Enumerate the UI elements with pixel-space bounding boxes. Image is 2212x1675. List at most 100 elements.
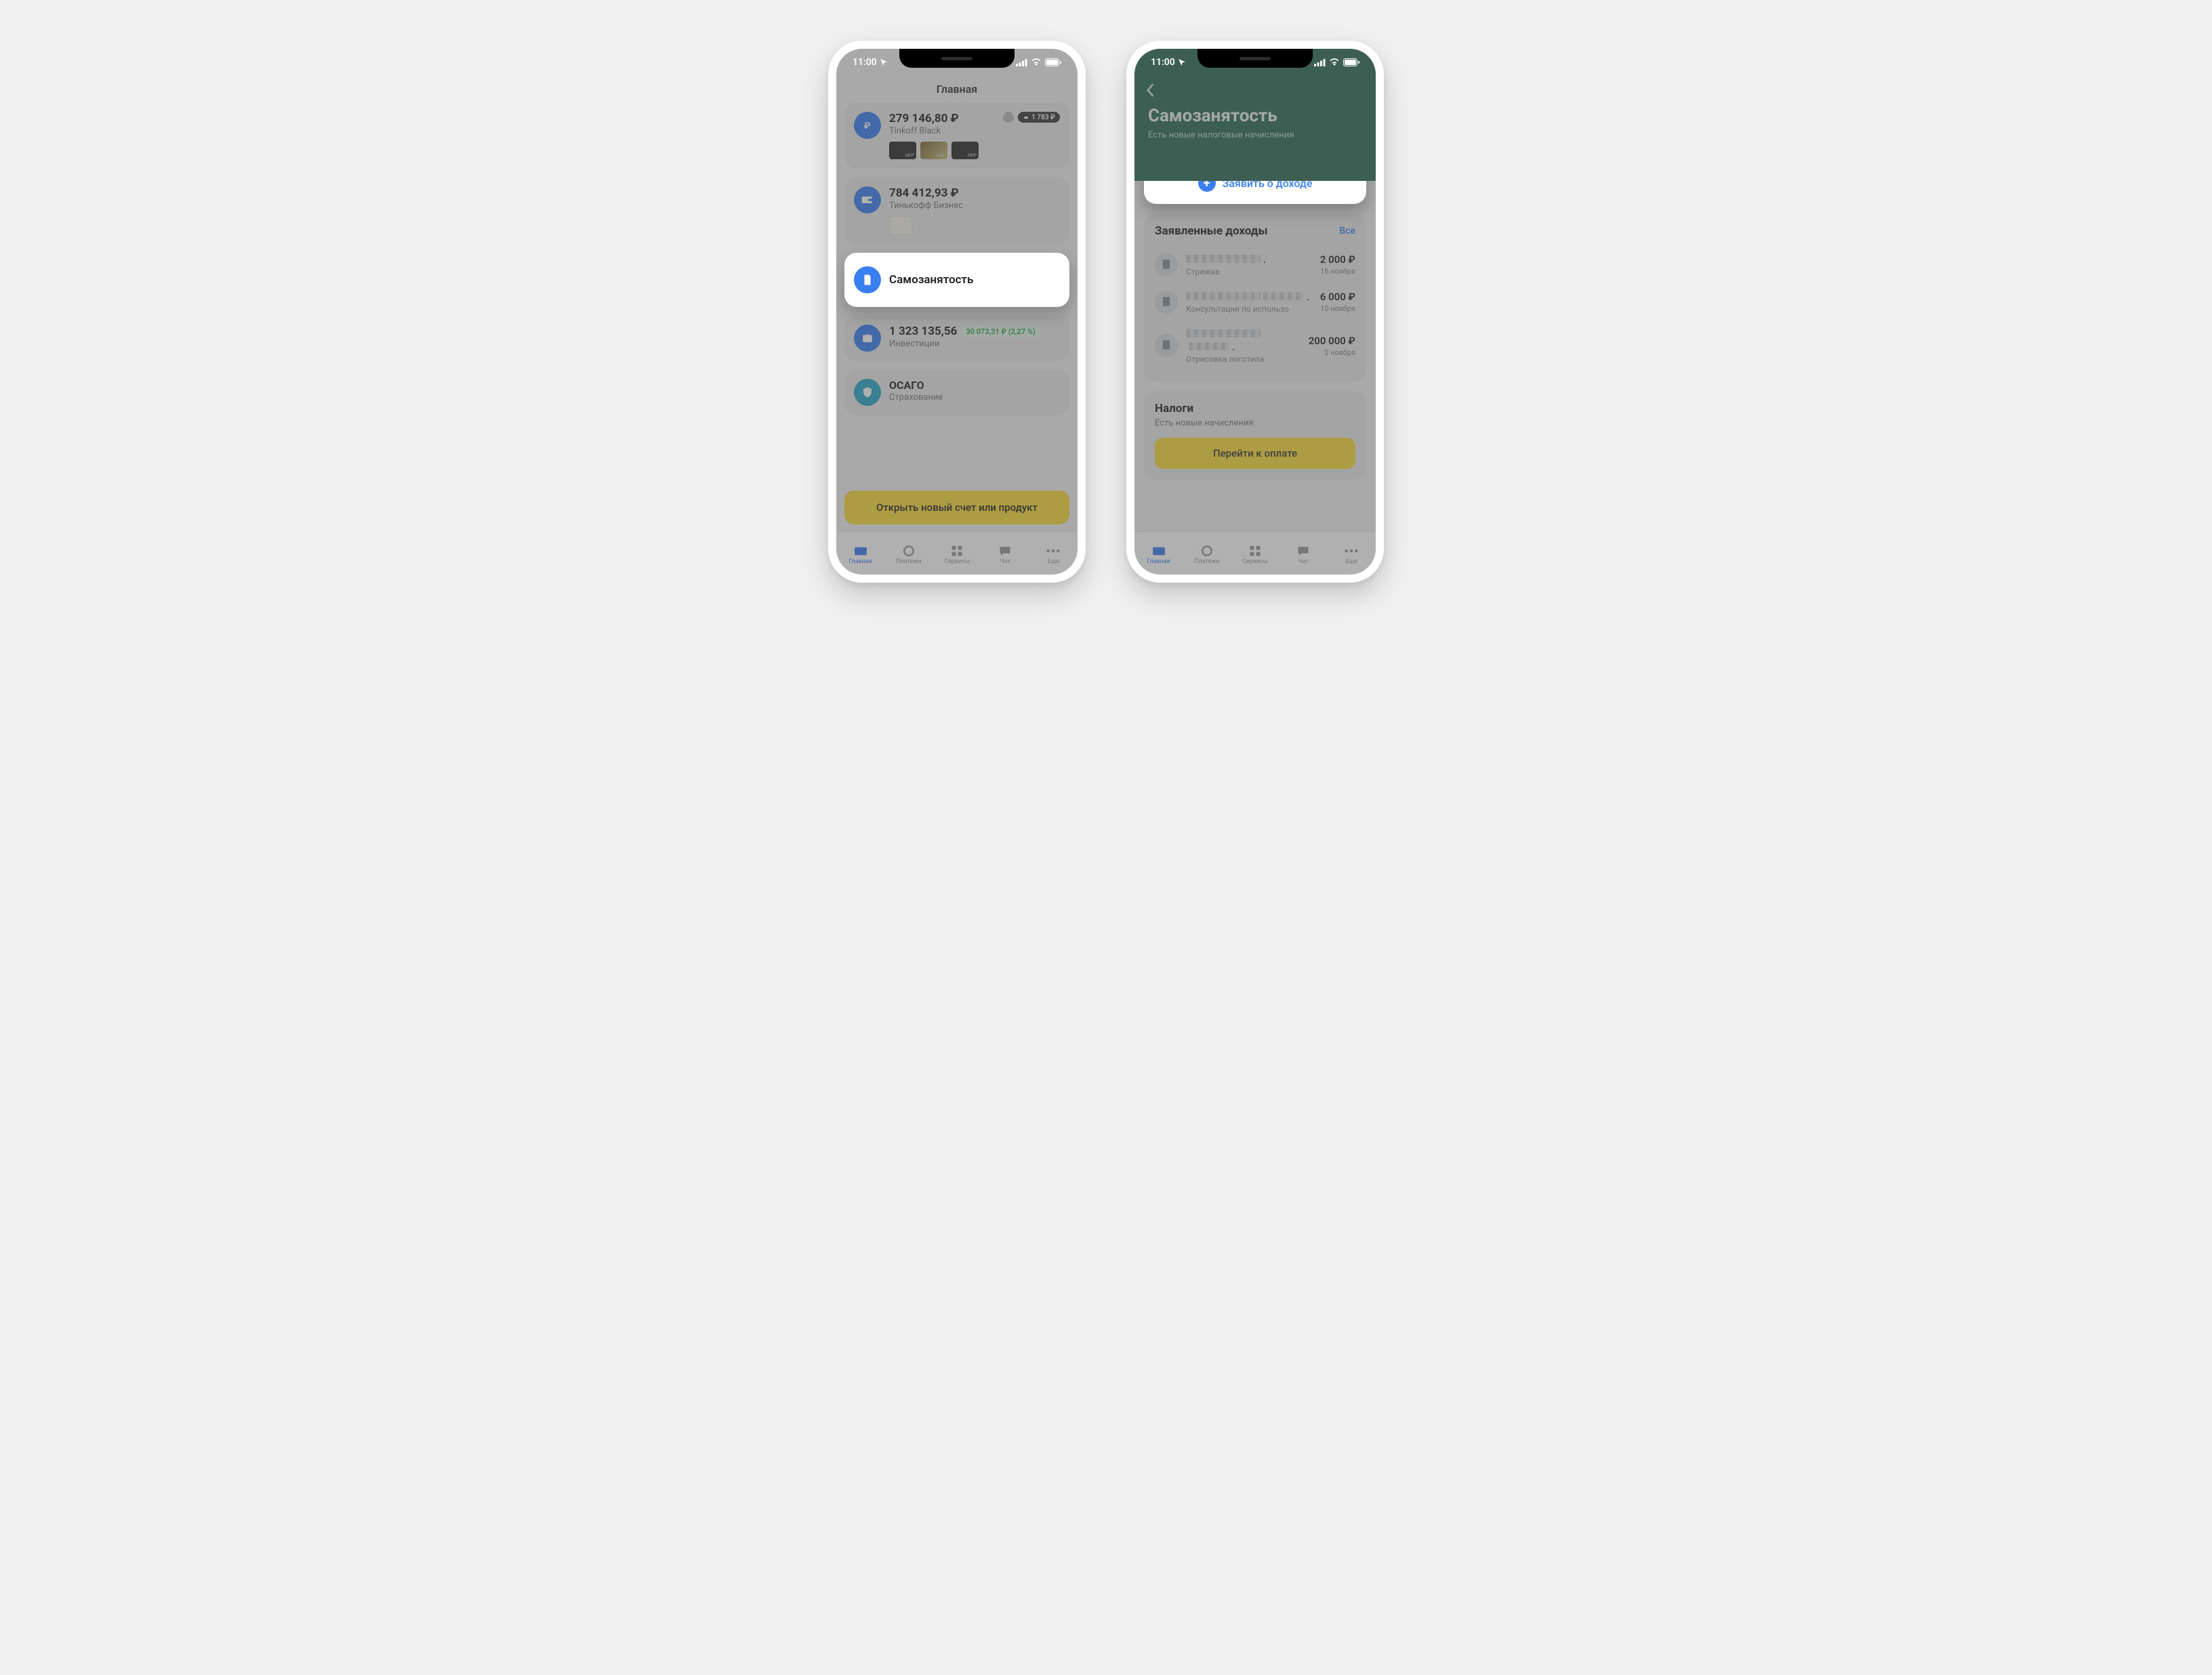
tab-home[interactable]: Главная (1134, 545, 1183, 565)
status-bar: 11:00 (1134, 49, 1376, 76)
open-product-button[interactable]: Открыть новый счет или продукт (844, 491, 1069, 524)
location-icon (880, 58, 888, 66)
card-thumbnails (889, 216, 1060, 235)
declare-income-label: Заявить о доходе (1223, 181, 1313, 190)
crown-icon (1023, 115, 1029, 120)
card-thumbnail[interactable] (889, 142, 916, 159)
more-icon (1046, 545, 1061, 557)
shield-icon (854, 379, 881, 406)
income-amount: 6 000 ₽ (1320, 291, 1355, 303)
income-row[interactable]: . Консультация по использо 6 000 ₽ 10 но… (1155, 283, 1355, 320)
phone-mockup-left: 11:00 Главная ₽ 279 146,80 ₽ Tinkoff Bla… (828, 41, 1086, 583)
income-date: 16 ноября (1320, 267, 1355, 276)
self-employed-screen: Самозанятость Есть новые налоговые начис… (1134, 49, 1376, 575)
points-badge[interactable]: 1 783 ₽ (1018, 112, 1060, 123)
ruble-icon: ₽ (854, 112, 881, 139)
services-icon (949, 545, 964, 557)
cellular-icon (1314, 59, 1326, 66)
chevron-left-icon (1145, 83, 1155, 98)
status-time: 11:00 (853, 57, 888, 68)
insurance-title: ОСАГО (889, 379, 1060, 392)
account-name: Tinkoff Black (889, 126, 1060, 136)
page-title: Главная (836, 79, 1078, 102)
tab-label: Чат (1000, 558, 1010, 565)
taxes-sub: Есть новые начисления (1155, 418, 1355, 428)
status-time-text: 11:00 (853, 57, 877, 68)
insurance-sub: Страхование (889, 392, 1060, 402)
redacted-name (1186, 255, 1261, 263)
battery-icon (1045, 58, 1061, 66)
self-employed-card[interactable]: Самозанятость (844, 253, 1069, 307)
incomes-all-link[interactable]: Все (1339, 226, 1355, 236)
income-row[interactable]: . Стрижка 2 000 ₽ 16 ноября (1155, 246, 1355, 283)
services-icon (1248, 545, 1263, 557)
wifi-icon (1329, 58, 1340, 66)
tab-services[interactable]: Сервисы (1231, 545, 1279, 565)
tab-payments[interactable]: Платежи (884, 545, 933, 565)
wallet-icon (854, 186, 881, 213)
receipt-icon (1155, 291, 1178, 314)
account-amount: 784 412,93 ₽ (889, 186, 1060, 200)
income-date: 2 ноября (1309, 348, 1355, 357)
screen-title: Самозанятость (1148, 106, 1362, 126)
taxes-title: Налоги (1155, 402, 1355, 415)
income-date: 10 ноября (1320, 304, 1355, 313)
status-time-text: 11:00 (1151, 57, 1175, 68)
tab-label: Платежи (896, 558, 921, 565)
account-card-business[interactable]: 784 412,93 ₽ Тинькофф Бизнес (844, 177, 1069, 245)
tab-more[interactable]: Еще (1328, 545, 1376, 565)
tab-more[interactable]: Еще (1029, 545, 1078, 565)
tab-bar: Главная Платежи Сервисы Чат Еще (1134, 531, 1376, 575)
points-badge-value: 1 783 ₽ (1031, 114, 1055, 121)
location-icon (1178, 58, 1186, 66)
avatar-badge-icon (1003, 112, 1014, 123)
tab-services[interactable]: Сервисы (933, 545, 981, 565)
cellular-icon (1016, 59, 1027, 66)
briefcase-icon (854, 325, 881, 352)
tab-home[interactable]: Главная (836, 545, 884, 565)
tab-label: Сервисы (1242, 558, 1268, 565)
income-amount: 2 000 ₽ (1320, 253, 1355, 266)
self-employed-title: Самозанятость (889, 273, 1060, 287)
tab-label: Еще (1346, 558, 1357, 565)
accounts-list[interactable]: ₽ 279 146,80 ₽ Tinkoff Black 1 783 ₽ (836, 102, 1078, 488)
tab-label: Еще (1048, 558, 1059, 565)
invest-name: Инвестиции (889, 339, 1060, 349)
main-screen: Главная ₽ 279 146,80 ₽ Tinkoff Black (836, 49, 1078, 575)
wifi-icon (1031, 58, 1042, 66)
account-card-invest[interactable]: 1 323 135,56 30 073,31 ₽ (2,27 %) Инвест… (844, 315, 1069, 361)
tab-bar: Главная Платежи Сервисы Чат Еще (836, 531, 1078, 575)
redacted-name (1263, 292, 1304, 300)
taxes-pay-button[interactable]: Перейти к оплате (1155, 438, 1355, 469)
tab-chat[interactable]: Чат (981, 545, 1029, 565)
account-card-tinkoff-black[interactable]: ₽ 279 146,80 ₽ Tinkoff Black 1 783 ₽ (844, 102, 1069, 169)
body[interactable]: + Заявить о доходе Заявленные доходы Все… (1134, 181, 1376, 531)
tab-label: Главная (848, 558, 872, 565)
document-icon (854, 266, 881, 293)
invest-amount: 1 323 135,56 (889, 325, 957, 338)
income-description: Стрижка (1186, 267, 1312, 276)
home-icon (853, 545, 868, 557)
income-row[interactable]: . Отрисовка логотипа 200 000 ₽ 2 ноября (1155, 320, 1355, 371)
tab-label: Чат (1298, 558, 1309, 565)
chat-icon (998, 545, 1012, 557)
tab-payments[interactable]: Платежи (1183, 545, 1231, 565)
chat-icon (1296, 545, 1311, 557)
plus-icon: + (1198, 181, 1216, 192)
tab-label: Главная (1147, 558, 1170, 565)
declare-income-button[interactable]: + Заявить о доходе (1144, 181, 1366, 204)
more-icon (1344, 545, 1359, 557)
status-time: 11:00 (1151, 57, 1186, 68)
invest-change-badge: 30 073,31 ₽ (2,27 %) (961, 326, 1040, 337)
redacted-name (1186, 329, 1261, 337)
card-thumbnail[interactable] (951, 142, 979, 159)
tab-chat[interactable]: Чат (1279, 545, 1328, 565)
svg-text:₽: ₽ (864, 121, 870, 131)
wallet-thumbnail[interactable] (889, 216, 912, 235)
payments-icon (1200, 545, 1214, 557)
receipt-icon (1155, 334, 1178, 357)
back-button[interactable] (1145, 83, 1155, 98)
account-card-insurance[interactable]: ОСАГО Страхование (844, 369, 1069, 415)
card-thumbnail[interactable] (920, 142, 947, 159)
status-icons (1314, 58, 1359, 66)
